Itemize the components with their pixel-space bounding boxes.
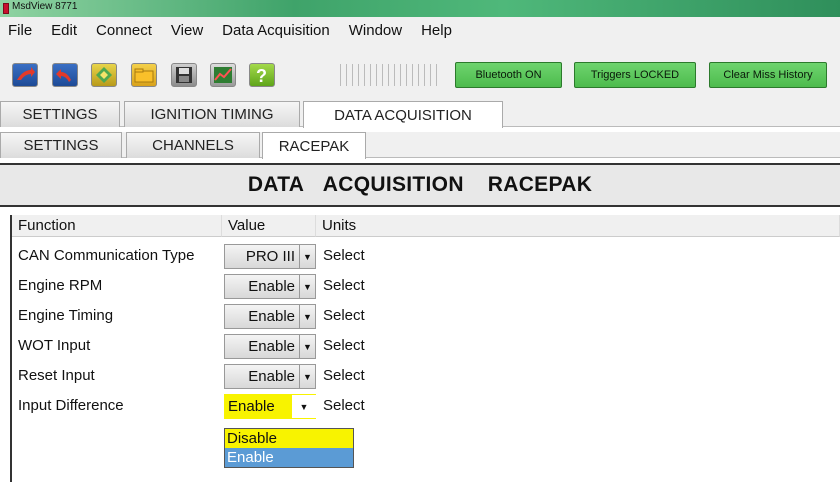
sub-tab-strip: SETTINGS CHANNELS RACEPAK — [0, 132, 840, 159]
chevron-down-icon[interactable]: ▼ — [299, 275, 315, 298]
svg-text:?: ? — [256, 66, 267, 86]
value-select[interactable]: Enable ▼ — [224, 334, 316, 359]
settings-grid: Function Value Units CAN Communication T… — [10, 215, 840, 482]
column-header-value: Value — [222, 215, 316, 237]
menu-view[interactable]: View — [171, 22, 203, 39]
value-select-open[interactable]: Enable ▼ — [224, 394, 316, 419]
chevron-down-icon[interactable]: ▼ — [299, 245, 315, 268]
menu-bar: File Edit Connect View Data Acquisition … — [0, 17, 840, 43]
menu-help[interactable]: Help — [421, 22, 452, 39]
function-label: CAN Communication Type — [18, 247, 195, 264]
table-row: Engine RPM Enable ▼ Select — [12, 271, 840, 301]
bluetooth-button[interactable]: Bluetooth ON — [455, 62, 562, 88]
clear-miss-history-button[interactable]: Clear Miss History — [709, 62, 827, 88]
table-row: Engine Timing Enable ▼ Select — [12, 301, 840, 331]
subtab-racepak[interactable]: RACEPAK — [262, 132, 366, 159]
chevron-down-icon[interactable]: ▼ — [299, 305, 315, 328]
header-subtitle: RACEPAK — [487, 173, 593, 196]
table-row: Reset Input Enable ▼ Select — [12, 361, 840, 391]
menu-edit[interactable]: Edit — [51, 22, 77, 39]
app-icon — [3, 3, 9, 14]
chevron-down-icon[interactable]: ▼ — [299, 335, 315, 358]
value-select[interactable]: PRO III ▼ — [224, 244, 316, 269]
triggers-button[interactable]: Triggers LOCKED — [574, 62, 696, 88]
help-icon[interactable]: ? — [249, 63, 275, 87]
download-icon[interactable] — [52, 63, 78, 87]
chevron-down-icon[interactable]: ▼ — [292, 395, 316, 418]
column-header-units: Units — [316, 215, 840, 237]
value-text: Enable — [228, 398, 275, 415]
menu-file[interactable]: File — [8, 22, 32, 39]
table-row: Input Difference Enable ▼ Select — [12, 391, 840, 421]
folder-icon[interactable] — [131, 63, 157, 87]
units-label: Select — [323, 277, 365, 294]
dropdown-option-enable[interactable]: Enable — [225, 448, 353, 467]
value-text: Enable — [248, 368, 295, 385]
value-select[interactable]: Enable ▼ — [224, 304, 316, 329]
dropdown-option-disable[interactable]: Disable — [225, 429, 353, 448]
value-text: Enable — [248, 308, 295, 325]
units-label: Select — [323, 307, 365, 324]
header-title: DATA ACQUISITION — [247, 173, 464, 196]
toolbar-separator — [340, 64, 440, 86]
units-label: Select — [323, 247, 365, 264]
menu-connect[interactable]: Connect — [96, 22, 152, 39]
units-label: Select — [323, 367, 365, 384]
sync-icon[interactable] — [91, 63, 117, 87]
save-icon[interactable] — [171, 63, 197, 87]
function-label: Reset Input — [18, 367, 95, 384]
value-select[interactable]: Enable ▼ — [224, 274, 316, 299]
upload-icon[interactable] — [12, 63, 38, 87]
function-label: Engine Timing — [18, 307, 114, 324]
function-label: WOT Input — [18, 337, 91, 354]
column-header-function: Function — [12, 215, 222, 237]
tab-settings[interactable]: SETTINGS — [0, 101, 120, 127]
units-label: Select — [323, 337, 365, 354]
value-dropdown-list: Disable Enable — [224, 428, 354, 468]
section-header: DATA ACQUISITION RACEPAK — [0, 163, 840, 207]
menu-window[interactable]: Window — [349, 22, 402, 39]
table-row: WOT Input Enable ▼ Select — [12, 331, 840, 361]
value-text: PRO III — [245, 248, 295, 265]
graph-icon[interactable] — [210, 63, 236, 87]
function-label: Input Difference — [18, 397, 124, 414]
tab-data-acquisition[interactable]: DATA ACQUISITION — [303, 101, 503, 128]
value-text: Enable — [248, 338, 295, 355]
value-select[interactable]: Enable ▼ — [224, 364, 316, 389]
title-bar: MsdView 8771 — [0, 0, 840, 17]
toolbar: ? Bluetooth ON Triggers LOCKED Clear Mis… — [0, 43, 840, 101]
tab-ignition-timing[interactable]: IGNITION TIMING — [124, 101, 300, 127]
subtab-channels[interactable]: CHANNELS — [126, 132, 260, 158]
value-text: Enable — [248, 278, 295, 295]
window-title: MsdView 8771 — [12, 1, 78, 12]
units-label: Select — [323, 397, 365, 414]
subtab-settings[interactable]: SETTINGS — [0, 132, 122, 158]
function-label: Engine RPM — [18, 277, 103, 294]
table-row: CAN Communication Type PRO III ▼ Select — [12, 241, 840, 271]
main-tab-strip: SETTINGS IGNITION TIMING DATA ACQUISITIO… — [0, 101, 840, 128]
menu-data-acquisition[interactable]: Data Acquisition — [222, 22, 330, 39]
chevron-down-icon[interactable]: ▼ — [299, 365, 315, 388]
